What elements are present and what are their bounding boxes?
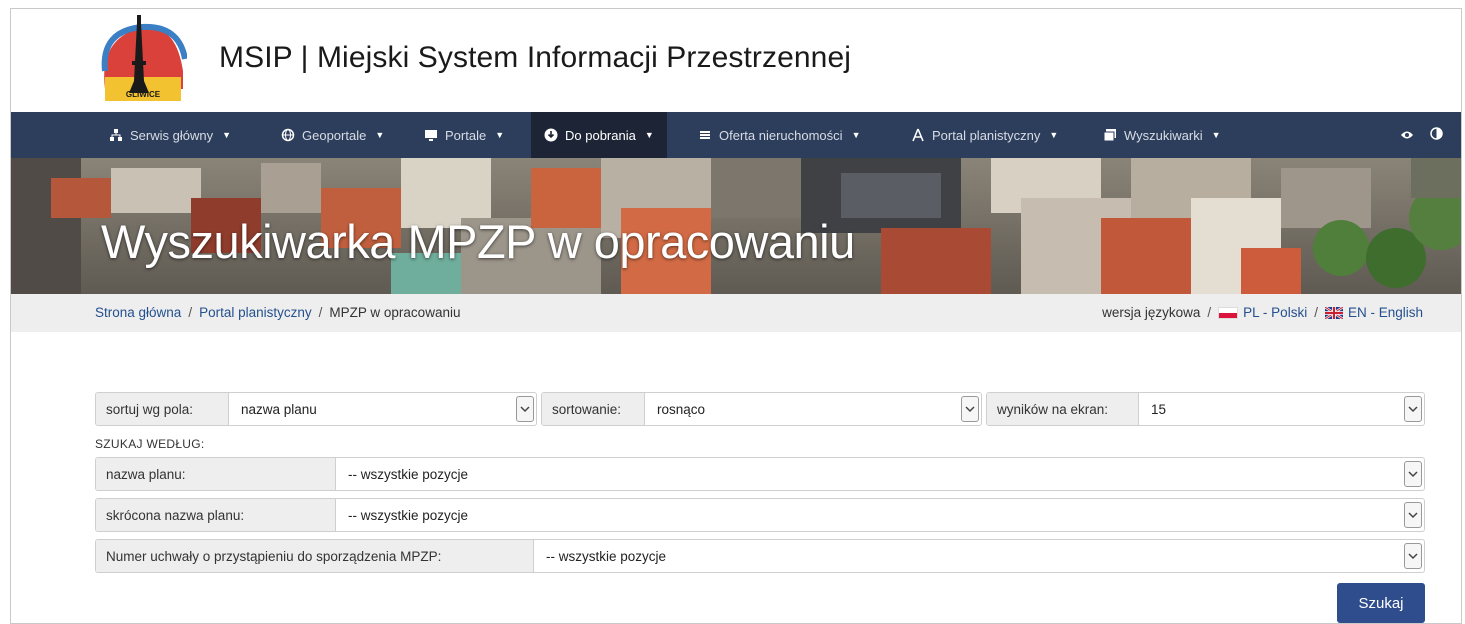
language-switcher: wersja językowa / PL - Polski / EN - Eng… (1102, 305, 1423, 320)
nav-item-label: Portale (445, 127, 487, 143)
short-plan-name-select[interactable]: -- wszystkie pozycje (336, 499, 1424, 531)
language-separator: / (1314, 305, 1318, 320)
nav-item-serwis-glowny[interactable]: Serwis główny ▼ (109, 112, 231, 158)
nav-item-wyszukiwarki[interactable]: Wyszukiwarki ▼ (1103, 112, 1221, 158)
drafting-compass-icon (911, 128, 925, 142)
filter-resolution-number: Numer uchwały o przystąpieniu do sporząd… (95, 539, 1425, 573)
page-heading: Wyszukiwarka MPZP w opracowaniu (101, 215, 855, 268)
filter-label: skrócona nazwa planu: (96, 499, 336, 531)
sort-field-group: sortuj wg pola: nazwa planu (95, 392, 537, 426)
chevron-down-icon[interactable] (961, 396, 979, 422)
flag-uk-icon (1324, 305, 1344, 320)
site-header: GLIWICE MSIP | Miejski System Informacji… (11, 9, 1461, 112)
sort-controls: sortuj wg pola: nazwa planu sortowanie: … (95, 392, 1425, 426)
sort-field-value: nazwa planu (241, 401, 317, 417)
sort-order-label: sortowanie: (542, 393, 645, 425)
breadcrumb-current: MPZP w opracowaniu (329, 305, 461, 320)
breadcrumb-separator: / (318, 305, 323, 320)
filter-label: Numer uchwały o przystąpieniu do sporząd… (96, 540, 534, 572)
resolution-number-select[interactable]: -- wszystkie pozycje (534, 540, 1424, 572)
nav-item-portale[interactable]: Portale ▼ (424, 112, 504, 158)
breadcrumb-portal-link[interactable]: Portal planistyczny (199, 305, 312, 320)
nav-item-label: Oferta nieruchomości (719, 127, 843, 143)
chevron-down-icon[interactable] (516, 396, 534, 422)
language-pl-link[interactable]: PL - Polski (1218, 305, 1307, 320)
sort-field-select[interactable]: nazwa planu (229, 393, 536, 425)
language-label: wersja językowa (1102, 305, 1201, 320)
chevron-down-icon[interactable] (1404, 543, 1422, 569)
nav-item-label: Serwis główny (130, 127, 214, 143)
contrast-icon[interactable] (1430, 127, 1443, 143)
nav-item-geoportale[interactable]: Geoportale ▼ (281, 112, 384, 158)
language-en-link[interactable]: EN - English (1324, 305, 1423, 320)
chevron-down-icon: ▼ (644, 130, 654, 140)
per-page-value: 15 (1151, 401, 1167, 417)
list-icon (698, 128, 712, 142)
filter-value: -- wszystkie pozycje (546, 548, 667, 564)
filter-short-plan-name: skrócona nazwa planu: -- wszystkie pozyc… (95, 498, 1425, 532)
svg-text:GLIWICE: GLIWICE (126, 90, 161, 99)
gliwice-logo[interactable]: GLIWICE (97, 11, 188, 106)
sort-order-select[interactable]: rosnąco (645, 393, 981, 425)
per-page-label: wyników na ekran: (987, 393, 1139, 425)
nav-item-portal-planistyczny[interactable]: Portal planistyczny ▼ (911, 112, 1058, 158)
chevron-down-icon: ▼ (1049, 130, 1059, 140)
chevron-down-icon: ▼ (222, 130, 232, 140)
eye-icon[interactable] (1400, 127, 1414, 143)
breadcrumb: Strona główna / Portal planistyczny / MP… (95, 305, 460, 320)
nav-item-oferta-nieruchomosci[interactable]: Oferta nieruchomości ▼ (698, 112, 860, 158)
per-page-select[interactable]: 15 (1139, 393, 1424, 425)
language-pl-label: PL - Polski (1243, 305, 1308, 320)
nav-item-label: Geoportale (302, 127, 367, 143)
filter-value: -- wszystkie pozycje (348, 507, 469, 523)
filter-plan-name: nazwa planu: -- wszystkie pozycje (95, 457, 1425, 491)
chevron-down-icon: ▼ (495, 130, 505, 140)
per-page-group: wyników na ekran: 15 (986, 392, 1425, 426)
images-icon (1103, 128, 1117, 142)
accessibility-tools (1400, 112, 1443, 158)
flag-pl-icon (1218, 306, 1239, 319)
main-navigation: Serwis główny ▼ Geoportale ▼ Portale ▼ D… (11, 112, 1461, 158)
page-frame: GLIWICE MSIP | Miejski System Informacji… (10, 8, 1462, 624)
site-title: MSIP | Miejski System Informacji Przestr… (219, 41, 852, 74)
language-en-label: EN - English (1347, 305, 1423, 320)
chevron-down-icon[interactable] (1404, 396, 1422, 422)
breadcrumb-home-link[interactable]: Strona główna (95, 305, 181, 320)
search-by-heading: SZUKAJ WEDŁUG: (95, 437, 205, 451)
monitor-icon (424, 128, 438, 142)
chevron-down-icon[interactable] (1404, 461, 1422, 487)
filter-value: -- wszystkie pozycje (348, 466, 469, 482)
search-button[interactable]: Szukaj (1337, 583, 1425, 623)
plan-name-select[interactable]: -- wszystkie pozycje (336, 458, 1424, 490)
chevron-down-icon: ▼ (375, 130, 385, 140)
download-icon (544, 128, 558, 142)
nav-item-label: Do pobrania (565, 127, 636, 143)
nav-item-label: Wyszukiwarki (1124, 127, 1203, 143)
breadcrumb-separator: / (188, 305, 193, 320)
language-separator: / (1207, 305, 1212, 320)
hero-banner: Wyszukiwarka MPZP w opracowaniu (11, 158, 1461, 294)
filter-label: nazwa planu: (96, 458, 336, 490)
sort-field-label: sortuj wg pola: (96, 393, 229, 425)
globe-icon (281, 128, 295, 142)
sort-order-group: sortowanie: rosnąco (541, 392, 982, 426)
chevron-down-icon: ▼ (1211, 130, 1221, 140)
sort-order-value: rosnąco (657, 401, 706, 417)
nav-item-do-pobrania[interactable]: Do pobrania ▼ (531, 112, 667, 158)
chevron-down-icon[interactable] (1404, 502, 1422, 528)
sitemap-icon (109, 128, 123, 142)
nav-item-label: Portal planistyczny (932, 127, 1041, 143)
chevron-down-icon: ▼ (851, 130, 861, 140)
breadcrumb-bar: Strona główna / Portal planistyczny / MP… (11, 294, 1461, 332)
